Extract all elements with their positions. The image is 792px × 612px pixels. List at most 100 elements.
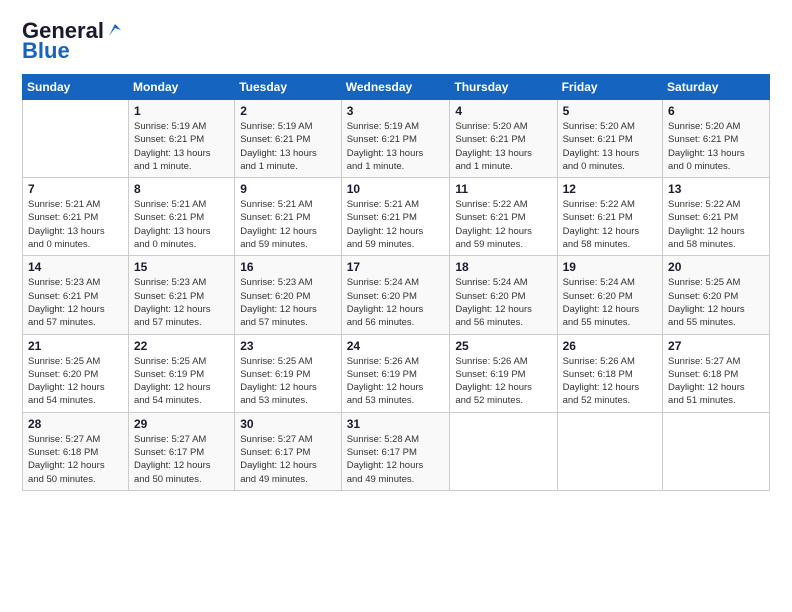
- day-info: Sunrise: 5:22 AM Sunset: 6:21 PM Dayligh…: [563, 198, 657, 251]
- calendar-cell: 3 Sunrise: 5:19 AM Sunset: 6:21 PM Daylig…: [341, 100, 450, 178]
- day-number: 3: [347, 104, 445, 118]
- day-number: 30: [240, 417, 336, 431]
- column-header-friday: Friday: [557, 75, 662, 100]
- day-info: Sunrise: 5:27 AM Sunset: 6:17 PM Dayligh…: [240, 433, 336, 486]
- calendar-cell: [450, 412, 557, 490]
- day-number: 7: [28, 182, 123, 196]
- day-info: Sunrise: 5:23 AM Sunset: 6:21 PM Dayligh…: [28, 276, 123, 329]
- calendar-cell: [663, 412, 770, 490]
- calendar-cell: 15 Sunrise: 5:23 AM Sunset: 6:21 PM Dayli…: [128, 256, 234, 334]
- calendar-cell: 18 Sunrise: 5:24 AM Sunset: 6:20 PM Dayli…: [450, 256, 557, 334]
- calendar-cell: 23 Sunrise: 5:25 AM Sunset: 6:19 PM Dayli…: [235, 334, 342, 412]
- day-number: 21: [28, 339, 123, 353]
- day-number: 4: [455, 104, 551, 118]
- day-number: 15: [134, 260, 229, 274]
- day-number: 17: [347, 260, 445, 274]
- day-info: Sunrise: 5:20 AM Sunset: 6:21 PM Dayligh…: [455, 120, 551, 173]
- day-number: 20: [668, 260, 764, 274]
- calendar-cell: 30 Sunrise: 5:27 AM Sunset: 6:17 PM Dayli…: [235, 412, 342, 490]
- day-info: Sunrise: 5:25 AM Sunset: 6:19 PM Dayligh…: [240, 355, 336, 408]
- day-info: Sunrise: 5:28 AM Sunset: 6:17 PM Dayligh…: [347, 433, 445, 486]
- calendar-body: 1 Sunrise: 5:19 AM Sunset: 6:21 PM Daylig…: [23, 100, 770, 491]
- day-number: 12: [563, 182, 657, 196]
- day-number: 31: [347, 417, 445, 431]
- day-number: 8: [134, 182, 229, 196]
- week-row-2: 7 Sunrise: 5:21 AM Sunset: 6:21 PM Daylig…: [23, 178, 770, 256]
- calendar-cell: [23, 100, 129, 178]
- header: General Blue: [22, 18, 770, 64]
- day-number: 19: [563, 260, 657, 274]
- day-info: Sunrise: 5:27 AM Sunset: 6:18 PM Dayligh…: [28, 433, 123, 486]
- day-number: 29: [134, 417, 229, 431]
- column-header-thursday: Thursday: [450, 75, 557, 100]
- column-header-tuesday: Tuesday: [235, 75, 342, 100]
- day-info: Sunrise: 5:23 AM Sunset: 6:21 PM Dayligh…: [134, 276, 229, 329]
- calendar-cell: 16Sunrise: 5:23 AM Sunset: 6:20 PM Dayli…: [235, 256, 342, 334]
- day-info: Sunrise: 5:27 AM Sunset: 6:17 PM Dayligh…: [134, 433, 229, 486]
- calendar-cell: 11Sunrise: 5:22 AM Sunset: 6:21 PM Dayli…: [450, 178, 557, 256]
- day-info: Sunrise: 5:21 AM Sunset: 6:21 PM Dayligh…: [240, 198, 336, 251]
- calendar-cell: 6Sunrise: 5:20 AM Sunset: 6:21 PM Daylig…: [663, 100, 770, 178]
- day-number: 11: [455, 182, 551, 196]
- day-number: 23: [240, 339, 336, 353]
- week-row-4: 21 Sunrise: 5:25 AM Sunset: 6:20 PM Dayli…: [23, 334, 770, 412]
- calendar-cell: 10 Sunrise: 5:21 AM Sunset: 6:21 PM Dayli…: [341, 178, 450, 256]
- day-info: Sunrise: 5:25 AM Sunset: 6:20 PM Dayligh…: [28, 355, 123, 408]
- calendar-cell: 8 Sunrise: 5:21 AM Sunset: 6:21 PM Daylig…: [128, 178, 234, 256]
- day-number: 16: [240, 260, 336, 274]
- day-info: Sunrise: 5:19 AM Sunset: 6:21 PM Dayligh…: [134, 120, 229, 173]
- day-number: 24: [347, 339, 445, 353]
- logo: General Blue: [22, 18, 123, 64]
- day-info: Sunrise: 5:26 AM Sunset: 6:18 PM Dayligh…: [563, 355, 657, 408]
- calendar-cell: 4 Sunrise: 5:20 AM Sunset: 6:21 PM Daylig…: [450, 100, 557, 178]
- day-info: Sunrise: 5:25 AM Sunset: 6:19 PM Dayligh…: [134, 355, 229, 408]
- day-number: 26: [563, 339, 657, 353]
- day-info: Sunrise: 5:24 AM Sunset: 6:20 PM Dayligh…: [347, 276, 445, 329]
- day-number: 22: [134, 339, 229, 353]
- calendar-cell: 14 Sunrise: 5:23 AM Sunset: 6:21 PM Dayli…: [23, 256, 129, 334]
- calendar-cell: 24 Sunrise: 5:26 AM Sunset: 6:19 PM Dayli…: [341, 334, 450, 412]
- day-info: Sunrise: 5:19 AM Sunset: 6:21 PM Dayligh…: [240, 120, 336, 173]
- calendar-header: SundayMondayTuesdayWednesdayThursdayFrid…: [23, 75, 770, 100]
- calendar-cell: 9 Sunrise: 5:21 AM Sunset: 6:21 PM Daylig…: [235, 178, 342, 256]
- day-number: 10: [347, 182, 445, 196]
- day-number: 13: [668, 182, 764, 196]
- calendar-table: SundayMondayTuesdayWednesdayThursdayFrid…: [22, 74, 770, 491]
- calendar-cell: 28 Sunrise: 5:27 AM Sunset: 6:18 PM Dayli…: [23, 412, 129, 490]
- day-info: Sunrise: 5:19 AM Sunset: 6:21 PM Dayligh…: [347, 120, 445, 173]
- calendar-cell: 26 Sunrise: 5:26 AM Sunset: 6:18 PM Dayli…: [557, 334, 662, 412]
- calendar-cell: 13 Sunrise: 5:22 AM Sunset: 6:21 PM Dayli…: [663, 178, 770, 256]
- day-number: 9: [240, 182, 336, 196]
- calendar-cell: 12 Sunrise: 5:22 AM Sunset: 6:21 PM Dayli…: [557, 178, 662, 256]
- calendar-page: General Blue SundayMondayTuesdayWednesda…: [0, 0, 792, 612]
- week-row-5: 28 Sunrise: 5:27 AM Sunset: 6:18 PM Dayli…: [23, 412, 770, 490]
- column-header-saturday: Saturday: [663, 75, 770, 100]
- header-row: SundayMondayTuesdayWednesdayThursdayFrid…: [23, 75, 770, 100]
- day-number: 5: [563, 104, 657, 118]
- logo-blue: Blue: [22, 38, 70, 64]
- day-info: Sunrise: 5:22 AM Sunset: 6:21 PM Dayligh…: [668, 198, 764, 251]
- calendar-cell: 19 Sunrise: 5:24 AM Sunset: 6:20 PM Dayli…: [557, 256, 662, 334]
- calendar-cell: 27Sunrise: 5:27 AM Sunset: 6:18 PM Dayli…: [663, 334, 770, 412]
- day-info: Sunrise: 5:21 AM Sunset: 6:21 PM Dayligh…: [28, 198, 123, 251]
- day-info: Sunrise: 5:24 AM Sunset: 6:20 PM Dayligh…: [563, 276, 657, 329]
- calendar-cell: 5Sunrise: 5:20 AM Sunset: 6:21 PM Daylig…: [557, 100, 662, 178]
- day-info: Sunrise: 5:21 AM Sunset: 6:21 PM Dayligh…: [134, 198, 229, 251]
- day-number: 14: [28, 260, 123, 274]
- day-number: 18: [455, 260, 551, 274]
- calendar-cell: 29 Sunrise: 5:27 AM Sunset: 6:17 PM Dayli…: [128, 412, 234, 490]
- column-header-wednesday: Wednesday: [341, 75, 450, 100]
- day-info: Sunrise: 5:26 AM Sunset: 6:19 PM Dayligh…: [347, 355, 445, 408]
- day-number: 6: [668, 104, 764, 118]
- day-number: 27: [668, 339, 764, 353]
- logo-bird-icon: [105, 20, 123, 38]
- day-info: Sunrise: 5:24 AM Sunset: 6:20 PM Dayligh…: [455, 276, 551, 329]
- week-row-3: 14 Sunrise: 5:23 AM Sunset: 6:21 PM Dayli…: [23, 256, 770, 334]
- column-header-monday: Monday: [128, 75, 234, 100]
- day-number: 28: [28, 417, 123, 431]
- week-row-1: 1 Sunrise: 5:19 AM Sunset: 6:21 PM Daylig…: [23, 100, 770, 178]
- calendar-cell: 21 Sunrise: 5:25 AM Sunset: 6:20 PM Dayli…: [23, 334, 129, 412]
- day-number: 1: [134, 104, 229, 118]
- day-info: Sunrise: 5:21 AM Sunset: 6:21 PM Dayligh…: [347, 198, 445, 251]
- day-number: 25: [455, 339, 551, 353]
